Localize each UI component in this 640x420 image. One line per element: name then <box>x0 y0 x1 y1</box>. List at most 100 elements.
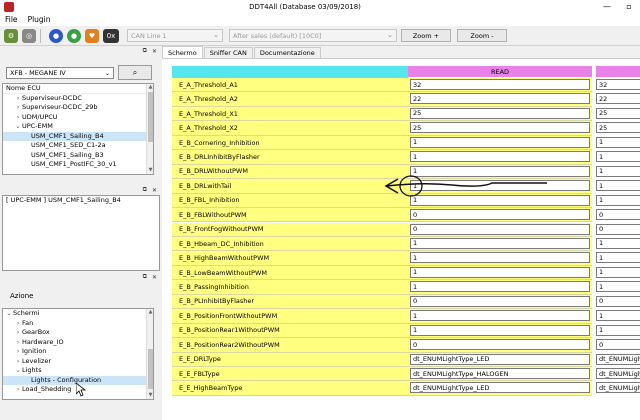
tab-sniffer-can[interactable]: Sniffer CAN <box>203 47 253 58</box>
zoom-out-button[interactable]: Zoom - <box>457 29 507 42</box>
tree-item[interactable]: › Ignition <box>3 347 153 357</box>
ecu-tree[interactable]: Nome ECU › Superviseur-DCDC › Superviseur-D… <box>2 83 154 175</box>
tree-item[interactable]: › GearBox <box>3 328 153 338</box>
autorefresh-icon[interactable]: ● <box>67 28 81 43</box>
tree-item[interactable]: › Hardware_IO <box>3 338 153 348</box>
tree-item[interactable]: ⌄UPC-EMM <box>3 122 153 132</box>
scroll-down-icon[interactable]: ▼ <box>147 167 153 174</box>
tree-item[interactable]: › Levelizer <box>3 357 153 367</box>
tree-item[interactable]: USM_CMF1_Sailing_B4 <box>3 131 153 141</box>
scroll-thumb[interactable] <box>148 92 153 142</box>
mouse-cursor-icon <box>76 383 86 397</box>
scan-icon[interactable]: ◎ <box>22 28 36 43</box>
ecu-search-button[interactable]: ⌕ <box>118 65 152 80</box>
tree-item-label: Ignition <box>22 347 47 355</box>
tree-item-label: Lights <box>22 366 42 374</box>
tree-item-label: USM_CMF1_PostIFC_30_v1 <box>31 160 117 168</box>
scroll-thumb[interactable] <box>148 349 153 389</box>
tree-item-label: Fan <box>22 318 34 327</box>
chevron-right-icon[interactable]: › <box>14 113 22 123</box>
chevron-right-icon[interactable]: › <box>14 347 22 357</box>
chevron-down-icon[interactable]: ⌄ <box>5 309 13 319</box>
can-line-value: CAN Line 1 <box>131 31 167 40</box>
screens-tree-scrollbar[interactable]: ▲ ▼ <box>146 309 153 399</box>
tree-item-label: Levelizer <box>22 356 52 365</box>
chevron-right-icon[interactable]: › <box>14 357 22 367</box>
panel-header: ⧉ ✕ <box>0 185 160 195</box>
close-icon[interactable]: ✕ <box>152 274 157 281</box>
vehicle-value: XFB - MEGANE IV <box>10 69 66 77</box>
float-icon[interactable]: ⧉ <box>143 273 147 281</box>
chevron-down-icon: ⌄ <box>104 69 110 77</box>
tree-item[interactable]: › Fan <box>3 319 153 329</box>
float-icon[interactable]: ⧉ <box>143 47 147 55</box>
ecu-tree-header: Nome ECU <box>3 84 153 94</box>
tree-item-label: Load_Shedding <box>22 385 72 393</box>
panel-header: ⧉ ✕ <box>0 272 160 282</box>
zoom-indicator: 0x <box>103 28 119 43</box>
chevron-right-icon[interactable]: › <box>14 328 22 338</box>
float-icon[interactable]: ⧉ <box>143 186 147 194</box>
tree-item-label: GearBox <box>22 328 50 336</box>
ecu-tree-scrollbar[interactable]: ▲ ▼ <box>146 84 153 174</box>
heart-icon[interactable]: ♥ <box>85 28 99 43</box>
tree-item[interactable]: › Superviseur-DCDC <box>3 94 153 104</box>
tree-item-label: UDM/UPCU <box>22 112 58 121</box>
app-icon <box>4 1 14 12</box>
selected-ecu-panel: [ UPC-EMM ] USM_CMF1_Sailing_B4 <box>2 195 160 271</box>
tree-item-label: USM_CMF1_Sailing_B3 <box>31 150 104 159</box>
chevron-right-icon[interactable]: › <box>14 94 22 104</box>
tree-item-label: Schermi <box>13 309 40 317</box>
search-icon: ⌕ <box>132 67 138 77</box>
chevron-down-icon: ⌄ <box>387 31 393 39</box>
vehicle-select[interactable]: XFB - MEGANE IV ⌄ <box>6 67 114 79</box>
tree-item[interactable]: USM_CMF1_Sailing_B3 <box>3 151 153 161</box>
can-line-select[interactable]: CAN Line 1 ⌄ <box>127 29 223 42</box>
tree-item[interactable]: ⌄Lights <box>3 366 153 376</box>
chevron-right-icon[interactable]: › <box>14 338 22 348</box>
annotation-arrow-line <box>386 182 547 187</box>
session-select[interactable]: After sales (default) [10C0] ⌄ <box>229 29 397 42</box>
panel-header: ⧉ ✕ <box>0 46 160 56</box>
scroll-down-icon[interactable]: ▼ <box>147 392 153 399</box>
tab-schermo[interactable]: Schermo <box>162 46 203 58</box>
selected-ecu-label: [ UPC-EMM ] USM_CMF1_Sailing_B4 <box>6 196 121 204</box>
actions-label: Azione <box>10 292 34 300</box>
chevron-down-icon: ⌄ <box>213 31 219 39</box>
chevron-down-icon[interactable]: ⌄ <box>14 122 22 132</box>
refresh-icon[interactable]: ● <box>49 28 63 43</box>
chevron-right-icon[interactable]: › <box>14 319 22 329</box>
zoom-in-button[interactable]: Zoom + <box>401 29 451 42</box>
screen-content: READ E_A_Threshold_A1 32 32 E_A_Threshold_A… <box>162 58 640 420</box>
title-bar: DDT4All (Database 03/09/2018) — ▫ <box>0 0 640 13</box>
tree-item[interactable]: › UDM/UPCU <box>3 113 153 123</box>
tree-item[interactable]: › Superviseur-DCDC_29b <box>3 103 153 113</box>
tree-item-label: USM_CMF1_Sailing_B4 <box>31 131 104 140</box>
tree-item-label: Lights - Configuration <box>31 375 102 384</box>
tree-item[interactable]: USM_CMF1_PostIFC_30_v1 <box>3 160 153 170</box>
minimize-button[interactable]: — <box>596 2 618 11</box>
toolbar: ⚙ ◎ ● ● ♥ 0x CAN Line 1 ⌄ After sales (d… <box>0 26 640 46</box>
window-title: DDT4All (Database 03/09/2018) <box>249 2 361 11</box>
chevron-down-icon[interactable]: ⌄ <box>14 366 22 376</box>
tree-item-label: USM_CMF1_SED_C1-2a <box>31 141 106 149</box>
connect-icon[interactable]: ⚙ <box>4 28 18 43</box>
tree-item[interactable]: ⌄Schermi <box>3 309 153 319</box>
menu-plugin[interactable]: Plugin <box>23 15 56 24</box>
menu-file[interactable]: File <box>0 15 23 24</box>
maximize-button[interactable]: ▫ <box>618 2 640 11</box>
close-icon[interactable]: ✕ <box>152 187 157 194</box>
scroll-up-icon[interactable]: ▲ <box>147 84 153 91</box>
chevron-right-icon[interactable]: › <box>14 385 22 395</box>
scroll-up-icon[interactable]: ▲ <box>147 309 153 316</box>
annotation-circle <box>399 175 423 197</box>
chevron-right-icon[interactable]: › <box>14 103 22 113</box>
tree-item[interactable]: USM_CMF1_SED_C1-2a <box>3 141 153 151</box>
tree-item-label: Superviseur-DCDC <box>22 93 82 102</box>
annotation-overlay <box>384 175 547 197</box>
menu-bar: File Plugin <box>0 13 640 26</box>
close-icon[interactable]: ✕ <box>152 48 157 55</box>
tree-item-label: Superviseur-DCDC_29b <box>22 103 98 111</box>
tree-item-label: Hardware_IO <box>22 337 64 346</box>
tab-documentazione[interactable]: Documentazione <box>253 47 321 58</box>
